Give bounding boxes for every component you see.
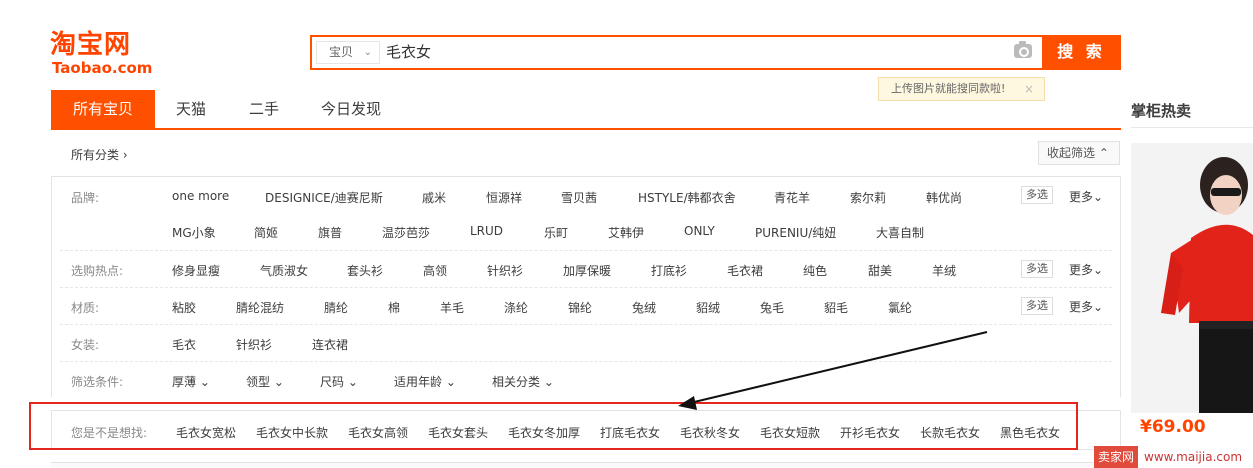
watermark: 卖家网 www.maijia.com — [1094, 446, 1253, 468]
annotation-arrow — [678, 331, 988, 410]
watermark-badge: 卖家网 — [1094, 446, 1139, 468]
result-header-bar — [51, 462, 1121, 468]
watermark-url: www.maijia.com — [1144, 450, 1243, 464]
